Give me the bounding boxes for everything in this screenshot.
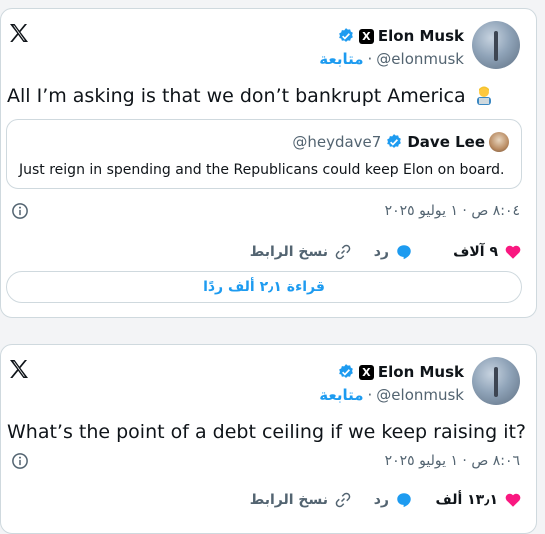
like-button[interactable]: ١٣٫١ ألف	[436, 488, 522, 512]
author-name-row[interactable]: X Elon Musk	[337, 361, 464, 383]
separator-dot: ·	[367, 386, 373, 404]
author-handle-row: متابعة · @elonmusk	[319, 49, 464, 69]
author-handle-row: متابعة · @elonmusk	[319, 385, 464, 405]
verified-badge-icon	[339, 28, 353, 42]
copy-link-button[interactable]: نسخ الرابط	[250, 488, 352, 512]
info-icon[interactable]	[11, 452, 29, 470]
like-count: ١٣٫١ ألف	[435, 492, 498, 508]
link-icon	[335, 244, 351, 260]
x-logo-icon[interactable]	[7, 357, 31, 381]
quoted-tweet[interactable]: @heydave7 Dave Lee Just reign in spendin…	[6, 119, 522, 189]
tweet-card[interactable]: X Elon Musk متابعة · @elonmusk All I’m a…	[0, 8, 537, 318]
tweet-timestamp[interactable]: ٨:٠٤ ص · ١ يوليو ٢٠٢٥	[385, 203, 520, 219]
read-replies-button[interactable]: قراءة ٢٫١ ألف ردًا	[6, 271, 522, 303]
follow-button[interactable]: متابعة	[319, 386, 363, 404]
tweet-text-content: All I’m asking is that we don’t bankrupt…	[7, 85, 466, 107]
reply-button[interactable]: رد	[374, 488, 413, 512]
author-avatar[interactable]	[472, 357, 520, 405]
verified-badge-icon	[339, 364, 353, 378]
tweet-text: All I’m asking is that we don’t bankrupt…	[7, 85, 494, 107]
verified-badge-icon	[387, 134, 402, 148]
reply-label: رد	[373, 244, 389, 260]
follow-button[interactable]: متابعة	[319, 50, 363, 68]
copy-link-button[interactable]: نسخ الرابط	[250, 240, 352, 264]
man-technologist-emoji	[476, 86, 491, 105]
heart-icon	[505, 493, 521, 507]
quoted-author-avatar	[489, 132, 509, 152]
like-count: ٩ آلاف	[453, 244, 498, 260]
tweet-text: What’s the point of a debt ceiling if we…	[7, 421, 527, 443]
author-name[interactable]: Elon Musk	[378, 363, 464, 381]
reply-label: رد	[373, 492, 389, 508]
quoted-author-name: Dave Lee	[407, 133, 485, 151]
info-icon[interactable]	[11, 202, 29, 220]
link-icon	[335, 492, 351, 508]
copy-link-label: نسخ الرابط	[249, 244, 328, 260]
author-name[interactable]: Elon Musk	[378, 27, 464, 45]
tweet-timestamp[interactable]: ٨:٠٦ ص · ١ يوليو ٢٠٢٥	[385, 453, 520, 469]
heart-icon	[505, 245, 521, 259]
reply-button[interactable]: رد	[374, 240, 413, 264]
speech-bubble-icon	[397, 245, 411, 260]
x-logo-icon[interactable]	[7, 21, 31, 45]
tweet-card[interactable]: X Elon Musk متابعة · @elonmusk What’s th…	[0, 344, 537, 534]
x-affiliation-badge: X	[358, 28, 374, 44]
copy-link-label: نسخ الرابط	[249, 492, 328, 508]
author-handle[interactable]: @elonmusk	[376, 50, 464, 68]
quoted-tweet-header: @heydave7 Dave Lee	[292, 130, 509, 154]
quoted-author-handle: @heydave7	[292, 133, 382, 151]
quoted-tweet-text: Just reign in spending and the Republica…	[19, 162, 505, 178]
author-name-row[interactable]: X Elon Musk	[337, 25, 464, 47]
speech-bubble-icon	[397, 493, 411, 508]
author-handle[interactable]: @elonmusk	[376, 386, 464, 404]
action-bar: ١٣٫١ ألف رد نسخ الرابط	[1, 488, 536, 512]
action-bar: ٩ آلاف رد نسخ الرابط	[1, 240, 536, 264]
like-button[interactable]: ٩ آلاف	[453, 240, 522, 264]
x-affiliation-badge: X	[358, 364, 374, 380]
separator-dot: ·	[367, 50, 373, 68]
author-avatar[interactable]	[472, 21, 520, 69]
